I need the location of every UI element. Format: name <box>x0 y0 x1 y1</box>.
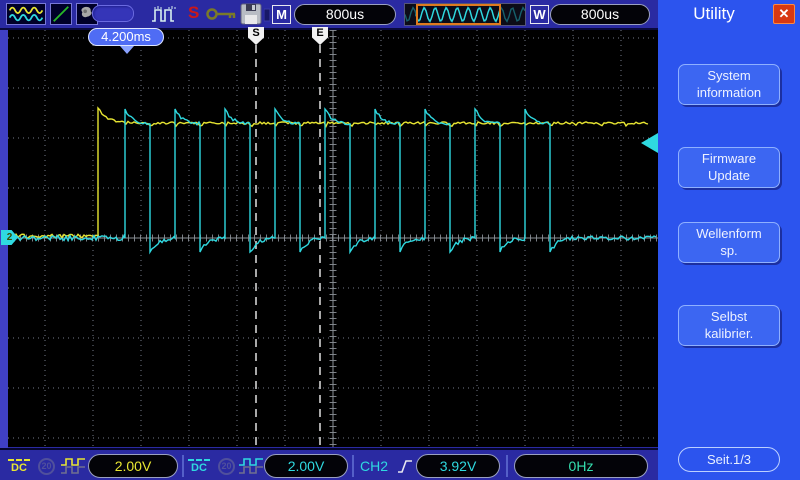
zoom-window-selection[interactable] <box>416 4 501 25</box>
self-calibration-button[interactable]: Selbst kalibrier. <box>678 305 780 346</box>
waveform-preview[interactable] <box>404 3 526 26</box>
window-timebase-label: W <box>530 5 549 24</box>
ch2-volts-div: 2.00V <box>264 454 348 478</box>
window-timebase-value: 800us <box>550 4 650 25</box>
button-label-line: kalibrier. <box>705 326 753 343</box>
trigger-level-value: 3.92V <box>416 454 500 478</box>
trigger-source-label: CH2 <box>360 458 388 474</box>
top-status-bar: S M 800us W 800us <box>0 0 658 30</box>
graticule-display: 4.200ms S E 2 <box>8 30 658 447</box>
channel-waves-icon[interactable] <box>6 3 46 25</box>
system-information-button[interactable]: System information <box>678 64 780 105</box>
save-floppy-icon[interactable] <box>240 3 262 25</box>
button-label-line: Update <box>708 168 750 185</box>
main-timebase-label: M <box>272 5 291 24</box>
waveform-save-button[interactable]: Wellenform sp. <box>678 222 780 263</box>
button-label-line: information <box>697 85 761 102</box>
ch2-coupling-icon: DC <box>188 459 210 474</box>
trigger-slope-icon <box>396 457 414 475</box>
button-label-line: sp. <box>720 243 737 260</box>
utility-menu-panel: Utility ✕ System information Firmware Up… <box>658 0 800 480</box>
main-timebase-value: 800us <box>294 4 396 25</box>
ch1-bandwidth-icon: 20 <box>38 458 55 475</box>
divider <box>182 455 184 477</box>
ch2-probe-icon <box>238 457 264 475</box>
pulse-icon[interactable] <box>150 3 180 25</box>
key-lock-icon[interactable] <box>206 3 238 25</box>
menu-title: Utility <box>658 4 770 24</box>
button-label-line: Wellenform <box>696 226 762 243</box>
printer-icon[interactable] <box>264 3 270 25</box>
delay-position-marker <box>120 46 134 54</box>
ch1-probe-icon <box>60 457 86 475</box>
button-label-line: Selbst <box>711 309 747 326</box>
blank-toolbar-button[interactable] <box>92 5 134 22</box>
trigger-level-arrow[interactable] <box>641 133 658 153</box>
s-mode-icon[interactable]: S <box>188 3 199 23</box>
page-indicator-button[interactable]: Seit.1/3 <box>678 447 780 472</box>
display-line-icon[interactable] <box>50 3 72 25</box>
channel-status-bar: DC 20 2.00V DC 20 <box>0 448 658 480</box>
ch2-bandwidth-icon: 20 <box>218 458 235 475</box>
button-label-line: System <box>707 68 750 85</box>
ch1-volts-div: 2.00V <box>88 454 178 478</box>
oscilloscope-screen: S M 800us W 800us Utility ✕ System in <box>0 0 800 480</box>
close-icon[interactable]: ✕ <box>773 4 795 24</box>
firmware-update-button[interactable]: Firmware Update <box>678 147 780 188</box>
delay-time-tag[interactable]: 4.200ms <box>88 28 164 46</box>
button-label-line: Firmware <box>702 151 756 168</box>
divider <box>352 455 354 477</box>
divider <box>506 455 508 477</box>
waveform-plot <box>8 30 658 447</box>
trigger-frequency-readout: 0Hz <box>514 454 648 478</box>
ch1-coupling-icon: DC <box>8 459 30 474</box>
